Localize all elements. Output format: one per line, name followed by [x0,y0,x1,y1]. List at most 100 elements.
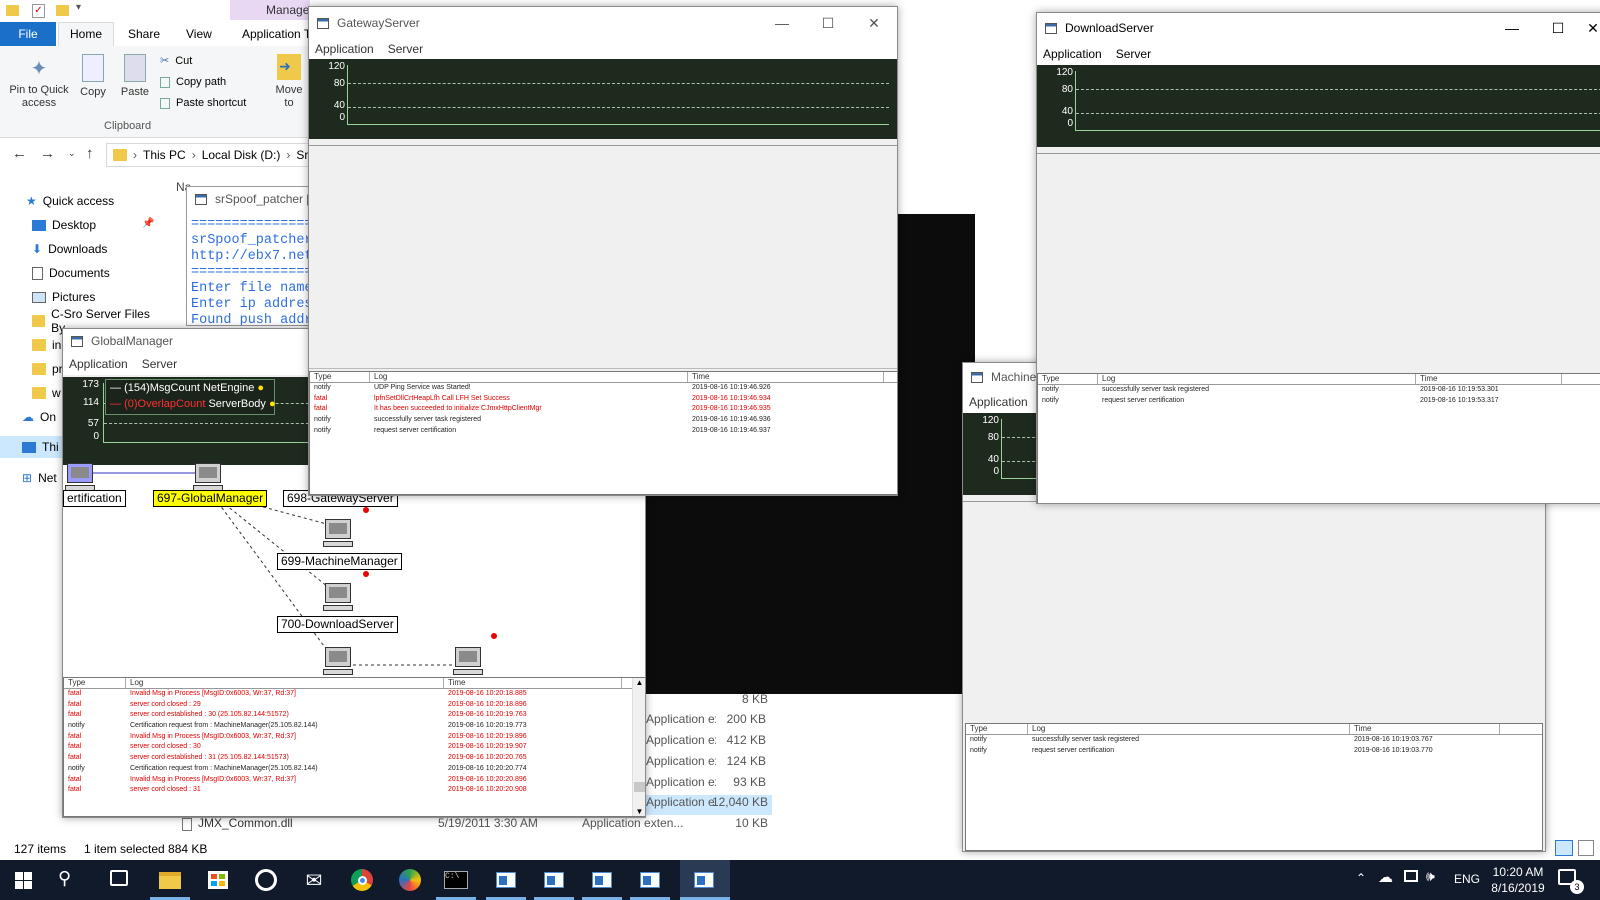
gatewayserver-log[interactable]: Type Log Time notify UDP Ping Service was… [309,371,897,495]
chrome-icon[interactable] [348,866,376,894]
scroll-up-icon[interactable]: ▲ [633,678,645,687]
breadcrumb-local-disk[interactable]: Local Disk (D:) [202,148,281,162]
log-row[interactable]: notify Certification request from : Machi… [64,721,645,732]
log-row[interactable]: fatal server cord established : 31 (25.10… [64,753,645,764]
close-icon[interactable]: ✕ [851,7,897,39]
log-col-time[interactable]: Time [688,372,884,382]
close-icon[interactable]: ✕ [1581,13,1600,43]
log-row[interactable]: fatal Invalid Msg in Process [MsgID:0x600… [64,732,645,743]
log-col-log[interactable]: Log [1098,374,1416,384]
nav-folder-w[interactable]: w [32,383,61,403]
log-col-time[interactable]: Time [1350,724,1500,734]
file-explorer-icon[interactable] [156,866,184,894]
copy-path-button[interactable]: Copy path [160,76,226,88]
log-row[interactable]: fatal Invalid Msg in Process [MsgID:0x600… [64,775,645,786]
log-row[interactable]: fatal It has been succeeded to initialize… [310,404,897,415]
menu-server[interactable]: Server [142,357,177,371]
gatewayserver-titlebar[interactable]: GatewayServer — ☐ ✕ [309,7,897,39]
log-col-time[interactable]: Time [444,678,622,688]
maximize-icon[interactable]: ☐ [805,7,851,39]
menu-server[interactable]: Server [388,42,423,56]
obs-icon[interactable] [252,866,280,894]
node-label-machinemanager[interactable]: 699-MachineManager [277,553,402,570]
globalmanager-node-icon[interactable] [193,463,223,491]
log-col-log[interactable]: Log [370,372,688,382]
log-row[interactable]: notify request server certification 2019-0… [1038,396,1600,407]
copy-button[interactable]: Copy [76,54,110,98]
scroll-down-icon[interactable]: ▼ [633,807,645,816]
large-icons-view-icon[interactable] [1578,840,1594,856]
downloadserver-node-icon[interactable] [323,583,353,611]
node-label-globalmanager[interactable]: 697-GlobalManager [153,490,268,507]
nav-downloads[interactable]: ⬇ Downloads [32,239,107,259]
downloadserver-log[interactable]: Type Log Time notify successfully server … [1037,373,1600,503]
search-icon[interactable]: ⚲ [58,868,71,889]
log-col-log[interactable]: Log [126,678,444,688]
scroll-thumb[interactable] [634,782,645,792]
network-icon[interactable] [1404,870,1418,882]
file-row-selected[interactable]: Application exten...12,040 KB [640,795,772,815]
active-app-icon[interactable] [690,866,718,894]
log-col-type[interactable]: Type [966,724,1028,734]
tab-file[interactable]: File [0,22,56,46]
recent-locations-icon[interactable]: ⌄ [68,148,76,159]
task-view-icon[interactable] [110,870,128,886]
move-to-button[interactable]: ➜ Move to [270,54,308,110]
log-row[interactable]: fatal server cord closed : 29 2019-08-16 1… [64,700,645,711]
node-label-certification[interactable]: ertification [63,490,126,507]
tab-application-tools[interactable]: Application To [242,27,317,41]
start-button[interactable] [0,860,46,900]
download-app-icon[interactable] [636,866,664,894]
minimize-icon[interactable]: — [1489,13,1535,43]
nav-this-pc[interactable]: Thi [22,437,59,457]
file-row[interactable]: Application exten...412 KB [646,733,766,753]
file-row[interactable]: Application exten...124 KB [646,754,766,774]
tab-home[interactable]: Home [58,22,114,46]
menu-server[interactable]: Server [1116,47,1151,61]
log-row[interactable]: fatal server cord closed : 31 2019-08-16 1… [64,785,645,796]
nav-quick-access[interactable]: ★ Quick access [26,191,114,211]
log-col-time[interactable]: Time [1416,374,1562,384]
tray-overflow-icon[interactable]: ⌃ [1356,871,1366,885]
log-row[interactable]: notify Certification request from : Machi… [64,764,645,775]
file-row[interactable]: JMX_Common.dll 5/19/2011 3:30 AM Applica… [180,816,770,836]
log-row[interactable]: fatal lpfnSetDllCrtHeapLfh Call LFH Set S… [310,394,897,405]
log-row[interactable]: notify successfully server task registere… [1038,385,1600,396]
log-row[interactable]: fatal Invalid Msg in Process [MsgID:0x600… [64,689,645,700]
up-icon[interactable]: ↑ [86,145,94,162]
minimize-icon[interactable]: — [759,7,805,39]
mail-icon[interactable]: ✉ [300,866,328,894]
pin-quick-access-button[interactable]: ✦ Pin to Quick access [4,58,74,110]
log-row[interactable]: fatal server cord closed : 30 2019-08-16 1… [64,742,645,753]
tab-manage[interactable]: Manage [230,0,310,20]
machinemanager-node-icon[interactable] [323,519,353,547]
srspoof-titlebar[interactable]: srSpoof_patcher [I [187,187,325,211]
log-col-type[interactable]: Type [1038,374,1098,384]
back-icon[interactable]: ← [12,145,27,162]
log-row[interactable]: fatal server cord established : 30 (25.10… [64,710,645,721]
nav-documents[interactable]: Documents [32,263,110,283]
clock[interactable]: 10:20 AM 8/16/2019 [1486,864,1550,896]
volume-icon[interactable]: 🕪 [1426,868,1435,885]
menu-application[interactable]: Application [969,395,1028,409]
paste-button[interactable]: Paste [118,54,152,98]
breadcrumb-sr[interactable]: Sr [296,148,308,162]
store-icon[interactable] [204,866,232,894]
certification-node-icon[interactable] [65,463,95,491]
menu-application[interactable]: Application [69,357,128,371]
cut-button[interactable]: ✂ Cut [160,54,192,68]
tab-view[interactable]: View [186,27,212,41]
log-col-type[interactable]: Type [310,372,370,382]
customize-icon[interactable]: ▾ [76,2,81,13]
log-row[interactable]: notify successfully server task registere… [966,735,1542,746]
file-row[interactable]: Application exten...200 KB [646,712,766,732]
menu-application[interactable]: Application [1043,47,1102,61]
address-bar[interactable]: › This PC › Local Disk (D:) › Sr [106,143,320,167]
log-scrollbar[interactable]: ▲ ▼ [632,678,645,816]
nav-desktop[interactable]: Desktop [32,215,96,235]
node-label-downloadserver[interactable]: 700-DownloadServer [277,616,398,633]
onedrive-icon[interactable]: ☁ [1378,868,1393,886]
log-row[interactable]: notify request server certification 2019-0… [966,746,1542,757]
maximize-icon[interactable]: ☐ [1535,13,1581,43]
nav-network[interactable]: ⊞ Net [22,468,57,488]
